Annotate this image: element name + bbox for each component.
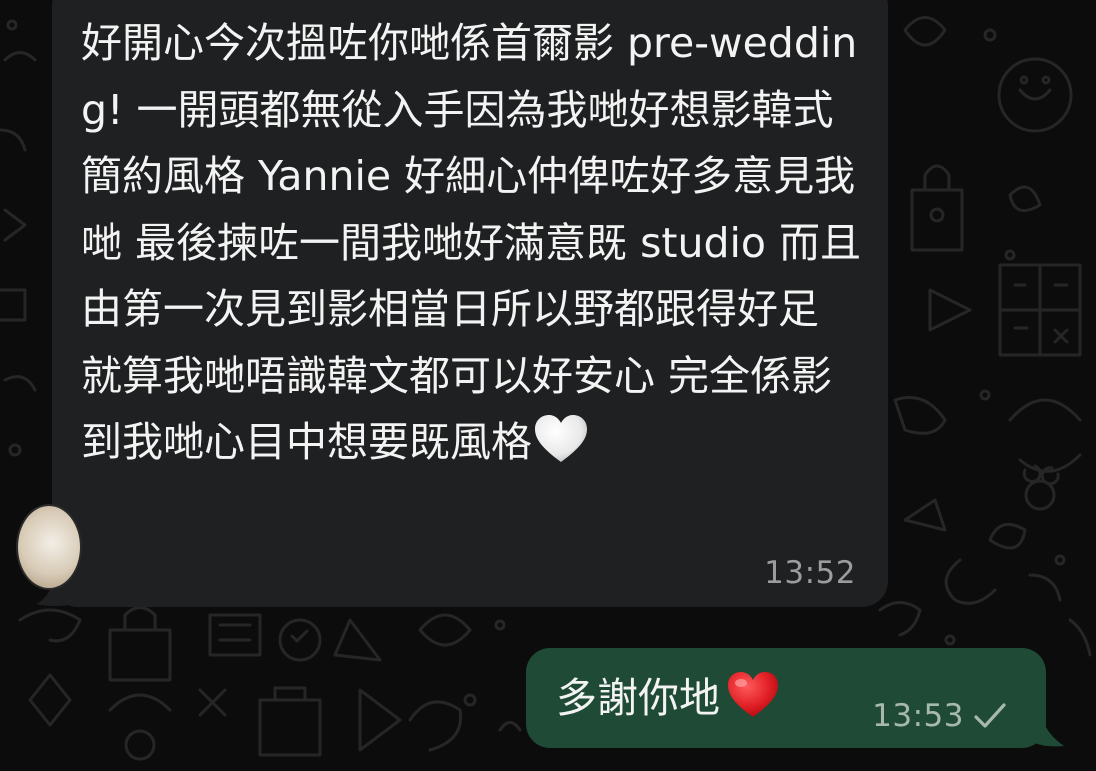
incoming-message-text: 好開心今次搵咗你哋係首爾影 pre-wedding! 一開頭都無從入手因為我哋好… [81, 10, 871, 476]
outgoing-message-body: 多謝你地 [556, 674, 720, 722]
red-heart-icon [728, 672, 778, 717]
sender-avatar[interactable] [16, 504, 82, 590]
white-heart-icon [535, 415, 587, 462]
outgoing-message-text: 多謝你地 [556, 670, 780, 723]
incoming-message-time: 13:52 [764, 555, 856, 591]
chat-background: 好開心今次搵咗你哋係首爾影 pre-wedding! 一開頭都無從入手因為我哋好… [0, 0, 1096, 771]
outgoing-message-time: 13:53 [872, 698, 964, 734]
incoming-message-bubble[interactable]: 好開心今次搵咗你哋係首爾影 pre-wedding! 一開頭都無從入手因為我哋好… [16, 0, 888, 607]
single-check-icon [974, 703, 1006, 728]
outgoing-message-meta: 13:53 [872, 698, 1008, 734]
incoming-message-body: 好開心今次搵咗你哋係首爾影 pre-wedding! 一開頭都無從入手因為我哋好… [81, 19, 862, 466]
outgoing-message-bubble[interactable]: 多謝你地 13:53 [526, 648, 1046, 748]
